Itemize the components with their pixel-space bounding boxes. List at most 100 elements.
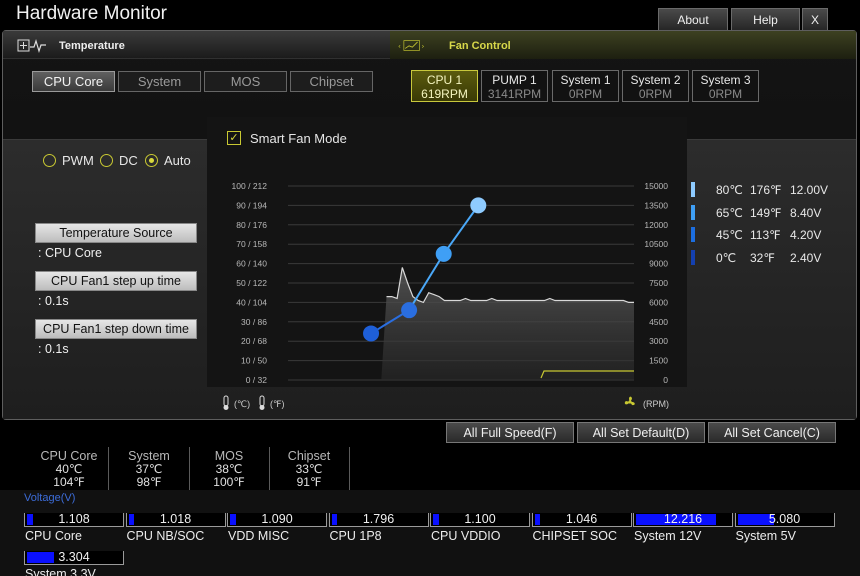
legend-c: 65℃ — [716, 205, 743, 220]
step-down-time-button[interactable]: CPU Fan1 step down time — [35, 319, 197, 339]
voltage-bar: 1.018 — [125, 512, 226, 527]
voltage-value: 1.046 — [565, 512, 598, 526]
legend-f: 32℉ — [750, 250, 775, 265]
fan-rpm: 619RPM — [421, 87, 468, 101]
legend-color-swatch — [691, 249, 695, 265]
divider — [269, 447, 270, 492]
close-button[interactable]: X — [802, 8, 828, 30]
thermometer-fahrenheit-icon — [259, 395, 265, 410]
voltage-name: CPU Core — [25, 529, 82, 543]
temp-fahrenheit: 98℉ — [136, 475, 162, 489]
voltage-bar: 1.108 — [24, 513, 124, 527]
temperature-title: Temperature — [59, 40, 125, 52]
fan-icon — [624, 396, 635, 406]
smart-fan-label: Smart Fan Mode — [250, 131, 347, 146]
legend-f: 149℉ — [750, 205, 782, 220]
temp-fahrenheit: 104℉ — [53, 475, 85, 489]
voltage-name: CHIPSET SOC — [532, 529, 618, 543]
step-up-time-button[interactable]: CPU Fan1 step up time — [35, 271, 197, 291]
mode-dc-radio[interactable]: DC — [100, 153, 138, 168]
voltage-value: 3.304 — [58, 550, 90, 564]
voltage-value: 1.100 — [464, 512, 496, 526]
fan-tab-pump1[interactable]: PUMP 1 3141RPM — [481, 70, 548, 102]
voltage-value: 1.018 — [159, 512, 192, 526]
legend-color-swatch — [691, 227, 695, 242]
voltage-value: 12.216 — [663, 512, 703, 526]
fahrenheit-unit: (℉) — [270, 399, 285, 409]
tab-cpu-core[interactable]: CPU Core — [32, 71, 115, 92]
legend-c: 80℃ — [716, 183, 743, 197]
voltage-bar: 5.080 — [734, 512, 835, 527]
mode-label: PWM — [62, 153, 94, 168]
svg-text:›: › — [421, 41, 424, 50]
fan-name: System 3 — [700, 73, 751, 87]
radio-icon — [43, 154, 56, 167]
temp-readout-chipset: Chipset 33℃ 91℉ — [274, 450, 344, 489]
voltage-bar: 1.100 — [430, 513, 530, 527]
fan-name: CPU 1 — [426, 73, 463, 87]
legend-f: 176℉ — [750, 183, 782, 197]
fan-name: System 1 — [560, 73, 611, 87]
radio-selected-icon — [145, 154, 158, 167]
temp-fahrenheit: 100℉ — [213, 475, 245, 489]
legend-c: 0℃ — [716, 250, 737, 265]
voltage-name: CPU 1P8 — [329, 529, 382, 543]
tab-system[interactable]: System — [118, 71, 201, 92]
fan-rpm: 0RPM — [568, 87, 603, 101]
legend-v: 2.40V — [790, 250, 822, 265]
temp-fahrenheit: 91℉ — [296, 475, 322, 489]
fan-control-icon: ‹ › — [398, 40, 424, 51]
celsius-unit: (℃) — [234, 399, 251, 409]
mode-label: DC — [119, 153, 138, 168]
voltage-value: 5.080 — [768, 512, 801, 526]
all-set-default-button[interactable]: All Set Default(D) — [577, 422, 705, 443]
legend-color-swatch — [691, 182, 695, 197]
voltage-title: Voltage(V) — [24, 492, 76, 504]
temperature-source-button[interactable]: Temperature Source — [35, 223, 197, 243]
voltage-value: 1.108 — [58, 512, 90, 526]
voltage-bar: 1.796 — [328, 512, 429, 527]
voltage-name: VDD MISC — [228, 529, 290, 543]
all-set-cancel-button[interactable]: All Set Cancel(C) — [708, 422, 836, 443]
voltage-name: CPU NB/SOC — [126, 529, 205, 543]
voltage-name: System 5V — [735, 529, 796, 543]
fan-rpm: 3141RPM — [487, 87, 542, 101]
step-down-time-value: : 0.1s — [38, 342, 69, 356]
legend-f: 113℉ — [750, 228, 781, 242]
fan-tab-system2[interactable]: System 2 0RPM — [622, 70, 689, 102]
fan-tab-system3[interactable]: System 3 0RPM — [692, 70, 759, 102]
mode-auto-radio[interactable]: Auto — [145, 153, 191, 168]
temperature-icon — [17, 39, 46, 53]
radio-icon — [100, 154, 113, 167]
svg-text:‹: ‹ — [398, 41, 401, 50]
tab-mos[interactable]: MOS — [204, 71, 287, 92]
temperature-source-value: : CPU Core — [38, 246, 102, 260]
help-button[interactable]: Help — [731, 8, 800, 30]
divider — [108, 447, 109, 492]
all-full-speed-button[interactable]: All Full Speed(F) — [446, 422, 574, 443]
tab-chipset[interactable]: Chipset — [290, 71, 373, 92]
divider — [189, 447, 190, 492]
smart-fan-checkbox[interactable]: ✓ — [227, 131, 241, 145]
temp-readout-system: System 37℃ 98℉ — [114, 450, 184, 489]
fan-name: System 2 — [630, 73, 681, 87]
about-button[interactable]: About — [658, 8, 728, 30]
fan-curve-graph-area — [207, 117, 687, 387]
legend-c: 45℃ — [716, 228, 743, 242]
rpm-unit: (RPM) — [643, 399, 669, 409]
voltage-bar: 1.046 — [531, 512, 632, 527]
voltage-name: System 3.3V — [25, 567, 96, 576]
app-title: Hardware Monitor — [16, 3, 167, 24]
fan-name: PUMP 1 — [492, 73, 537, 87]
temp-readout-mos: MOS 38℃ 100℉ — [194, 450, 264, 489]
fan-tab-cpu1[interactable]: CPU 1 619RPM — [411, 70, 478, 102]
fan-tab-system1[interactable]: System 1 0RPM — [552, 70, 619, 102]
fan-rpm: 0RPM — [708, 87, 743, 101]
mode-pwm-radio[interactable]: PWM — [43, 153, 94, 168]
voltage-value: 1.090 — [261, 512, 293, 526]
fan-control-title: Fan Control — [449, 40, 511, 52]
mode-label: Auto — [164, 153, 191, 168]
voltage-name: CPU VDDIO — [431, 529, 501, 543]
voltage-bar: 1.090 — [227, 513, 327, 527]
voltage-value: 1.796 — [362, 512, 395, 526]
